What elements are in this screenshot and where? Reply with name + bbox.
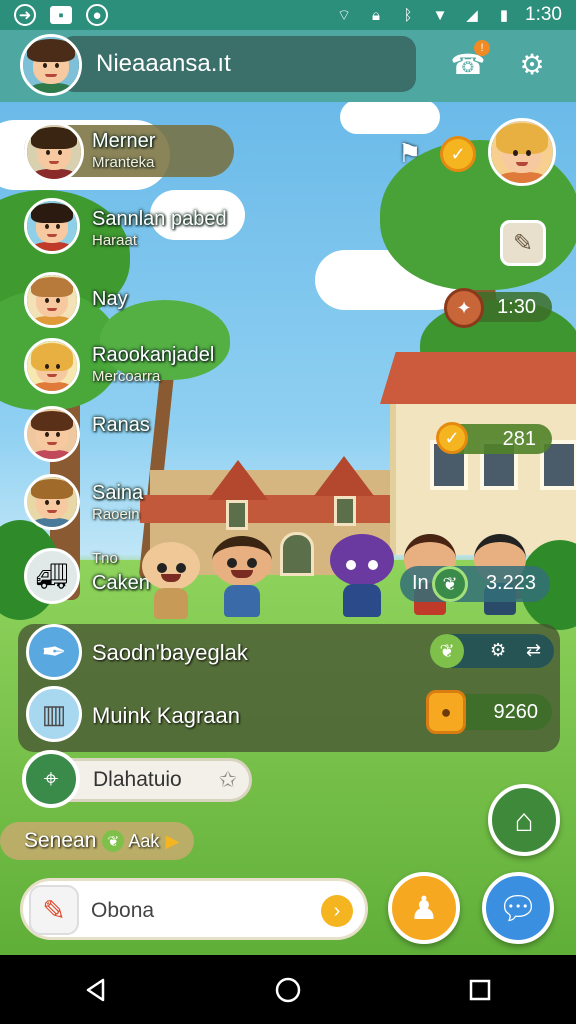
search-label: Dlahatuio [93, 768, 182, 791]
recents-square-icon [469, 979, 491, 1000]
chat-input[interactable]: ✎ Obona › [20, 878, 368, 940]
chat-placeholder: Obona [91, 899, 155, 922]
house-roof [140, 495, 400, 523]
character-ninja[interactable] [330, 534, 394, 620]
promo-label: Senean [24, 829, 97, 852]
avatar [24, 474, 80, 530]
house-gable [314, 456, 374, 496]
opponent-avatar[interactable] [488, 118, 556, 186]
player-name-bar[interactable]: Nieaaansa.ıt [60, 36, 416, 92]
game-icon: ● [86, 4, 108, 26]
flag-icon: ⚑ [398, 138, 422, 168]
score-prefix: In [412, 572, 429, 594]
character-boy[interactable] [212, 536, 272, 620]
recents-button[interactable] [450, 960, 510, 1020]
player-name: Sannlan pabed [92, 208, 227, 230]
gear-icon: ⚙ [519, 48, 545, 80]
player-subtitle: Mercoarra [92, 368, 161, 385]
status-bar: ➜ ▪ ● ⌔ 🔒︎ ᛒ ▼ ◢ ▮ 1:30 [0, 0, 576, 30]
bottom-bar: ✎ Obona › ♟ 💬︎ [0, 872, 576, 954]
character-monk[interactable] [142, 542, 200, 622]
battery-icon: ▮ [499, 7, 509, 24]
timer-value: 1:30 [497, 295, 536, 318]
chat-button[interactable]: 💬︎ [482, 872, 554, 944]
home-nav-button[interactable] [258, 960, 318, 1020]
score-pill: In ❦ 3.223 [400, 566, 550, 602]
app-icon: ➜ [14, 4, 36, 26]
character-button[interactable]: ♟ [388, 872, 460, 944]
player-avatar[interactable] [20, 34, 82, 96]
badge-icon[interactable]: ✓ [440, 136, 476, 172]
player-name: Merner [92, 130, 156, 152]
avatar [24, 272, 80, 328]
paintbrush-icon[interactable]: ✎ [29, 885, 79, 935]
leaf-icon: ❦ [432, 566, 468, 602]
bluetooth-icon: ᛒ [403, 6, 413, 24]
signal-icon: ◢ [466, 7, 478, 24]
reward-value: 9260 [493, 700, 539, 723]
player-name: Nay [92, 288, 128, 310]
city-icon[interactable]: ▥ [26, 686, 82, 742]
notification-badge-icon: ! [474, 40, 490, 56]
promo-chip[interactable]: Senean ❦ Aak ▶ [0, 822, 194, 860]
leaf-icon[interactable]: ❦ [430, 634, 464, 668]
avatar [24, 198, 80, 254]
image-icon: ▪ [50, 6, 72, 24]
arrow-icon: ▶ [165, 830, 180, 851]
cloud [340, 100, 440, 134]
home-icon: ⌂ [514, 801, 534, 838]
mission-label[interactable]: Muink Kagraan [92, 703, 240, 729]
score-value: 3.223 [485, 572, 536, 594]
shuffle-icon[interactable]: ⇄ [526, 640, 541, 661]
gear-icon[interactable]: ⚙ [490, 640, 506, 661]
home-button[interactable]: ⌂ [488, 784, 560, 856]
leaf-icon: ❦ [102, 830, 125, 852]
location-pin-icon[interactable]: ⌖ [22, 750, 80, 808]
avatar [24, 122, 84, 182]
player-name: Saina [92, 482, 144, 504]
player-subtitle: Haraat [92, 232, 138, 249]
player-name: Raookanjadel [92, 344, 215, 366]
chat-bubble-icon: 💬︎ [497, 890, 539, 926]
basket-icon[interactable]: ✦ [444, 288, 484, 328]
player-subtitle: Raoein [92, 506, 140, 523]
cookie-icon[interactable]: ● [426, 690, 466, 734]
back-triangle-icon [86, 978, 105, 1001]
notification-button[interactable]: ☎ ! [446, 40, 490, 86]
coin-icon: ✓ [436, 422, 468, 454]
wifi-icon: ▼ [432, 6, 448, 24]
mission-controls: ❦ ⚙ ⇄ [430, 634, 554, 668]
avatar [24, 338, 80, 394]
truck-icon: 🚚︎ [24, 548, 80, 604]
house-window [226, 500, 248, 530]
player-subtitle: Mranteka [92, 154, 155, 171]
player-subtitle: Tno [92, 550, 118, 567]
house-door [280, 532, 314, 576]
home-circle-icon [275, 977, 301, 1002]
avatar-face [23, 37, 79, 93]
character-icon: ♟ [409, 890, 439, 926]
house-gable [208, 460, 268, 500]
house-window [334, 496, 356, 526]
star-icon: ✩ [218, 767, 237, 792]
villa-roof [380, 352, 576, 404]
status-time: 1:30 [525, 4, 562, 25]
lock-icon: 🔒︎ [372, 6, 380, 24]
system-nav-bar [0, 955, 576, 1024]
settings-button[interactable]: ⚙ [510, 42, 554, 86]
pen-tool-icon[interactable]: ✎ [500, 220, 546, 266]
feather-icon[interactable]: ✒ [26, 624, 82, 680]
player-name: Nieaaansa.ıt [96, 50, 231, 77]
mission-label[interactable]: Saodn'bayeglak [92, 640, 248, 666]
avatar [24, 406, 80, 462]
promo-extra: Aak [128, 830, 160, 851]
counter-value: 281 [502, 427, 536, 450]
back-button[interactable] [66, 960, 126, 1020]
wifi-off-icon: ⌔ [336, 6, 352, 24]
send-arrow-icon[interactable]: › [321, 895, 353, 927]
player-name: Ranas [92, 414, 150, 436]
